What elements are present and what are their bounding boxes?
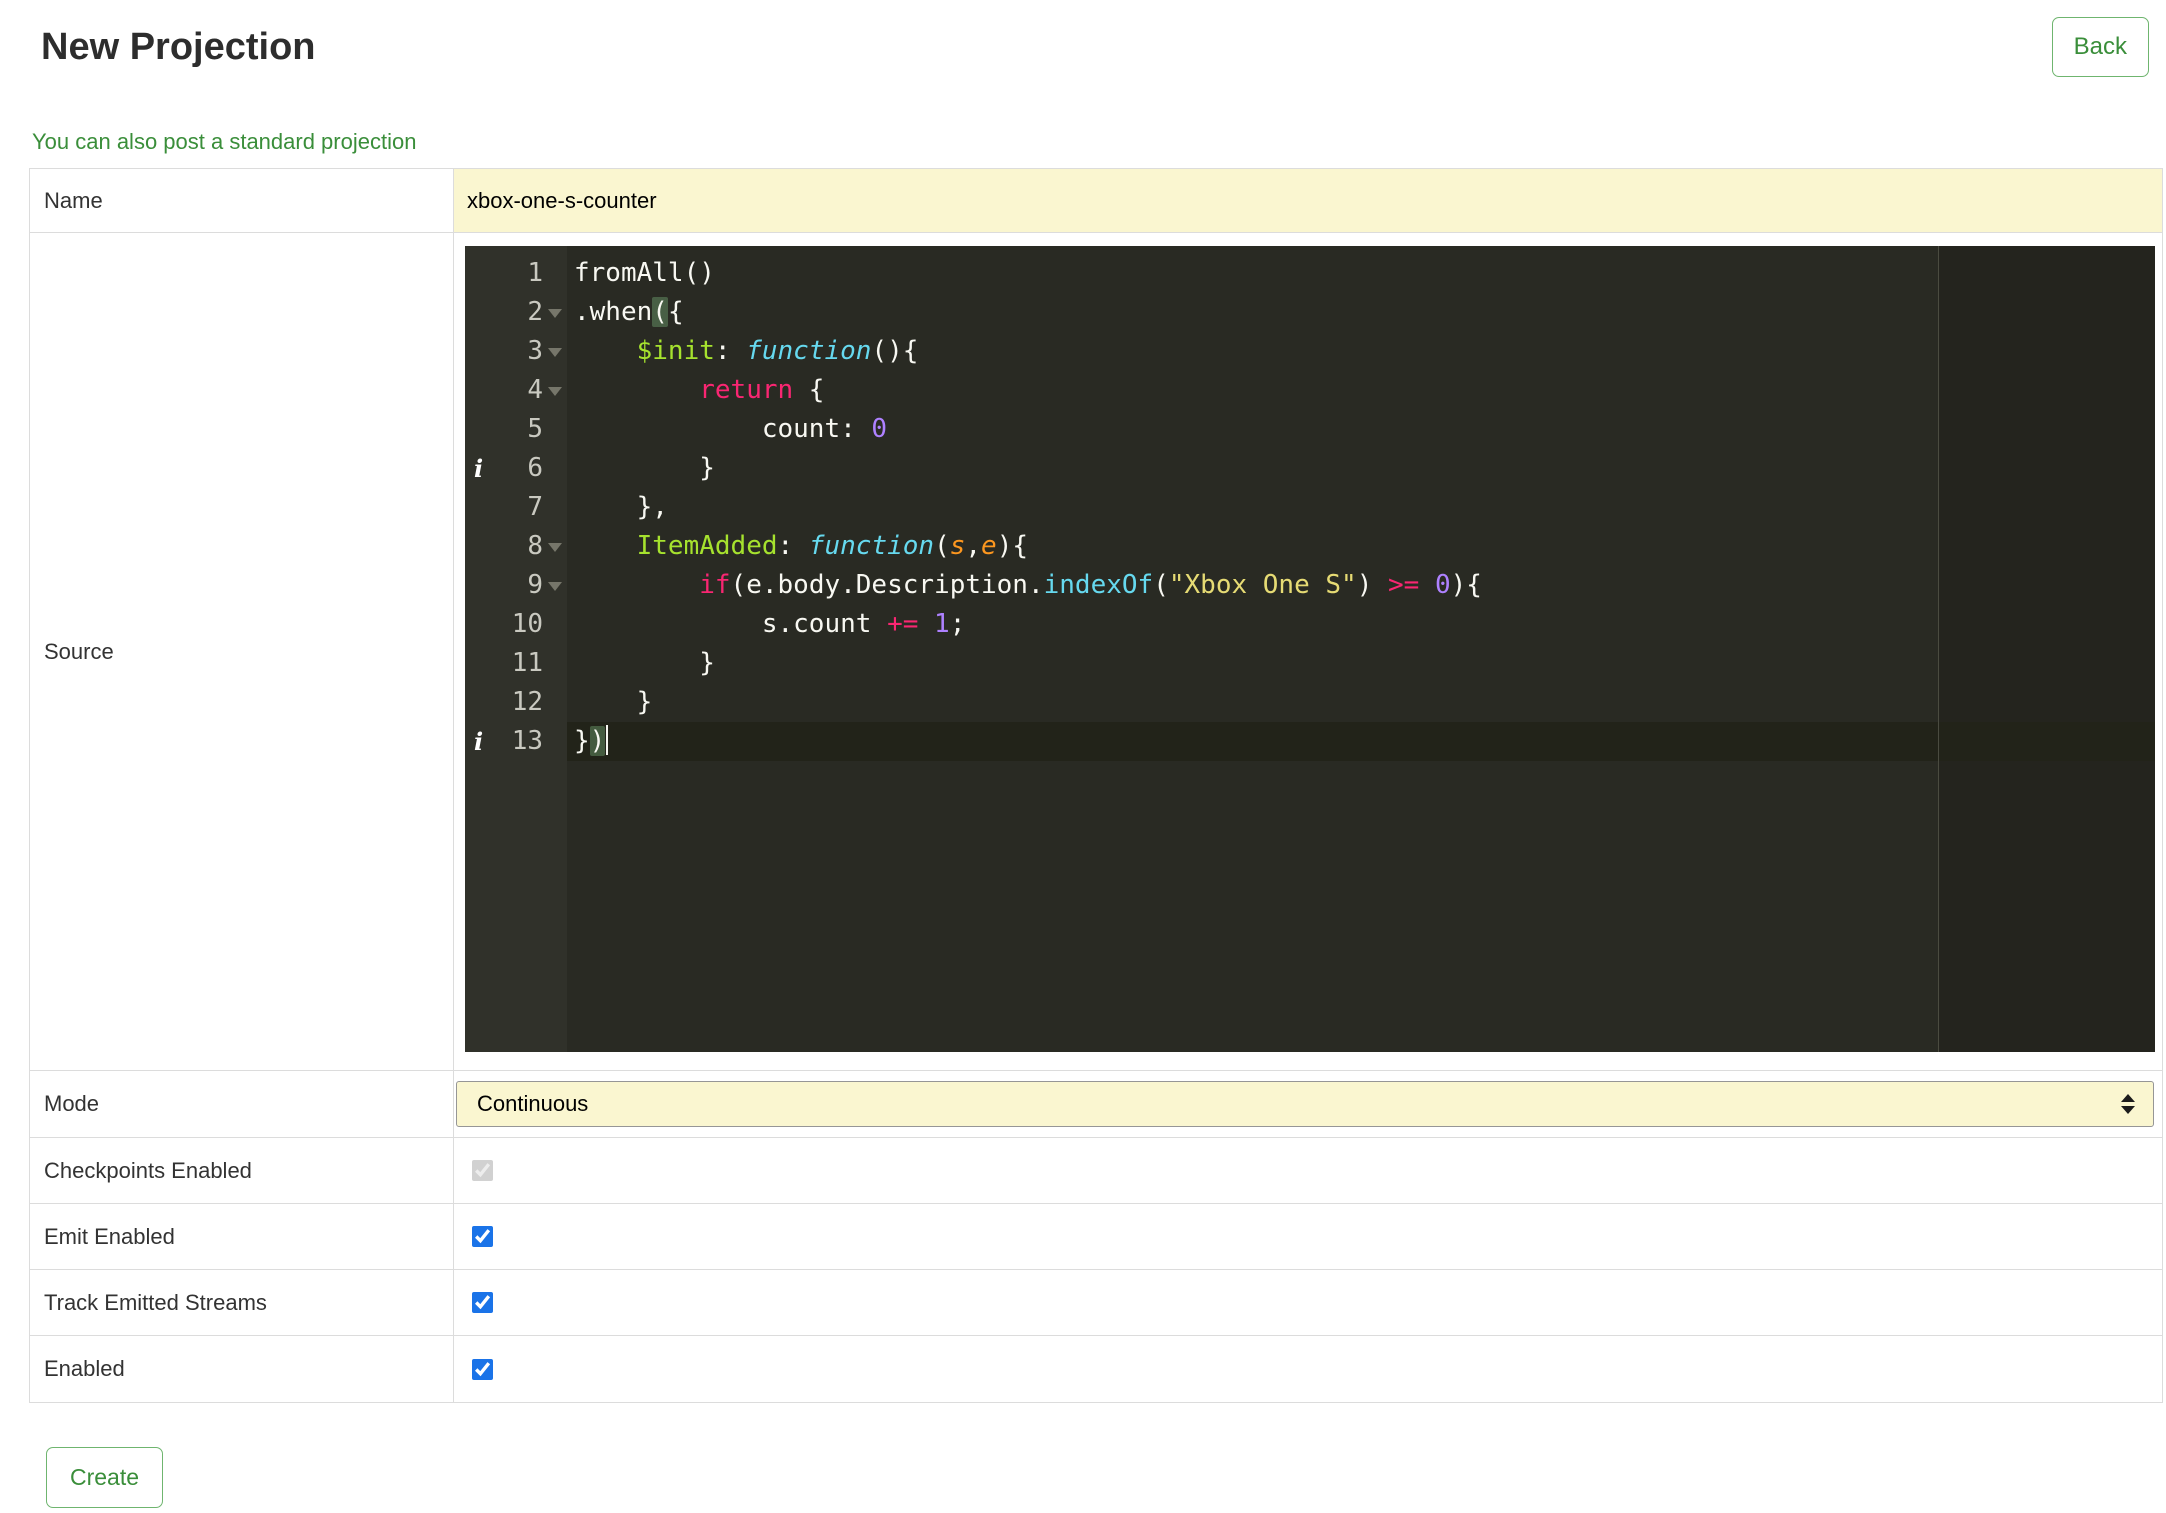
mode-selected-value: Continuous <box>477 1091 589 1116</box>
fold-arrow-icon[interactable] <box>548 387 562 396</box>
code-text: }, <box>574 492 668 522</box>
code-text: .when({ <box>574 297 684 327</box>
select-arrows-icon <box>2121 1094 2135 1114</box>
form-row-emit-enabled: Emit Enabled <box>30 1204 2162 1270</box>
form-row-name: Name <box>30 169 2162 233</box>
gutter-cell: 11 <box>465 644 567 683</box>
code-text: } <box>574 687 653 717</box>
name-value-cell <box>454 169 2162 232</box>
code-line: i 13}) <box>465 722 2155 761</box>
code-line: 4 return { <box>465 371 2155 410</box>
enabled-cell <box>454 1336 2162 1402</box>
checkpoints-enabled-checkbox[interactable] <box>472 1160 493 1181</box>
gutter-cell: 3 <box>465 332 567 371</box>
gutter-cell: 12 <box>465 683 567 722</box>
code-text: count: 0 <box>574 414 888 444</box>
track-emitted-streams-cell <box>454 1270 2162 1335</box>
fold-arrow-icon[interactable] <box>548 348 562 357</box>
mode-select[interactable]: Continuous <box>456 1081 2154 1127</box>
code-text: ItemAdded: function(s,e){ <box>636 531 1028 561</box>
form-row-source: Source 1 fromAll() 2 .when({3 $init: functi… <box>30 233 2162 1071</box>
fold-arrow-icon[interactable] <box>548 543 562 552</box>
code-text: }) <box>567 722 2155 761</box>
form-row-checkpoints-enabled: Checkpoints Enabled <box>30 1138 2162 1204</box>
gutter-cell: 7 <box>465 488 567 527</box>
enabled-checkbox[interactable] <box>472 1358 493 1380</box>
lint-info-icon: i <box>474 454 484 483</box>
fold-arrow-icon[interactable] <box>548 582 562 591</box>
line-number: 5 <box>527 414 543 444</box>
enabled-label: Enabled <box>30 1336 454 1402</box>
emit-enabled-cell <box>454 1204 2162 1269</box>
code-text: fromAll() <box>574 258 715 288</box>
line-number: 11 <box>511 648 543 678</box>
fold-arrow-icon[interactable] <box>548 309 562 318</box>
editor-ruler <box>1938 246 1939 1052</box>
editor-lines: 1 fromAll() 2 .when({3 $init: function(){4 … <box>465 254 2155 761</box>
checkpoints-enabled-label: Checkpoints Enabled <box>30 1138 454 1203</box>
checkpoints-enabled-cell <box>454 1138 2162 1203</box>
code-text: s.count += 1; <box>574 609 966 639</box>
create-button[interactable]: Create <box>46 1447 164 1508</box>
gutter-cell: 10 <box>465 605 567 644</box>
gutter-cell: 8 <box>465 527 567 566</box>
code-line: 1 fromAll() <box>465 254 2155 293</box>
name-input[interactable] <box>454 169 2162 232</box>
source-code-editor[interactable]: 1 fromAll() 2 .when({3 $init: function(){4 … <box>465 246 2155 1052</box>
line-number: 7 <box>527 492 543 522</box>
source-label: Source <box>30 233 454 1070</box>
code-cursor <box>606 725 609 755</box>
standard-projection-link[interactable]: You can also post a standard projection <box>32 129 416 155</box>
form-row-mode: Mode Continuous <box>30 1071 2162 1138</box>
source-value-cell: 1 fromAll() 2 .when({3 $init: function(){4 … <box>454 233 2163 1070</box>
emit-enabled-checkbox[interactable] <box>472 1226 493 1247</box>
code-line: i6 } <box>465 449 2155 488</box>
code-text: return { <box>699 375 825 405</box>
name-label: Name <box>30 169 454 232</box>
code-line: 2 .when({ <box>465 293 2155 332</box>
code-text: if(e.body.Description.indexOf("Xbox One … <box>699 570 1482 600</box>
gutter-cell: i6 <box>465 449 567 488</box>
mode-value-cell: Continuous <box>454 1071 2162 1137</box>
gutter-cell: i 13 <box>465 722 567 761</box>
gutter-cell: 4 <box>465 371 567 410</box>
code-line: 10 s.count += 1; <box>465 605 2155 644</box>
form-row-enabled: Enabled <box>30 1336 2162 1402</box>
track-emitted-streams-checkbox[interactable] <box>472 1292 493 1313</box>
gutter-cell: 1 <box>465 254 567 293</box>
gutter-cell: 5 <box>465 410 567 449</box>
line-number: 1 <box>527 258 543 288</box>
emit-enabled-label: Emit Enabled <box>30 1204 454 1269</box>
code-text: } <box>574 648 715 678</box>
code-line: 11 } <box>465 644 2155 683</box>
code-line: 5 count: 0 <box>465 410 2155 449</box>
page-title: New Projection <box>41 26 316 68</box>
page-header: New Projection Back <box>0 0 2166 77</box>
track-emitted-streams-label: Track Emitted Streams <box>30 1270 454 1335</box>
mode-label: Mode <box>30 1071 454 1137</box>
code-line: 3 $init: function(){ <box>465 332 2155 371</box>
form-row-track-emitted-streams: Track Emitted Streams <box>30 1270 2162 1336</box>
code-line: 8 ItemAdded: function(s,e){ <box>465 527 2155 566</box>
code-line: 7 }, <box>465 488 2155 527</box>
code-text: } <box>574 453 715 483</box>
code-line: 9 if(e.body.Description.indexOf("Xbox On… <box>465 566 2155 605</box>
code-text: $init: function(){ <box>636 336 919 366</box>
projection-form: Name Source 1fromAll()2.when({3 $init: f… <box>29 168 2163 1403</box>
code-line: 12 } <box>465 683 2155 722</box>
line-number: 10 <box>511 609 543 639</box>
lint-info-icon: i <box>474 727 484 756</box>
back-button[interactable]: Back <box>2051 17 2149 77</box>
gutter-cell: 2 <box>465 293 567 332</box>
gutter-cell: 9 <box>465 566 567 605</box>
line-number: 12 <box>511 687 543 717</box>
